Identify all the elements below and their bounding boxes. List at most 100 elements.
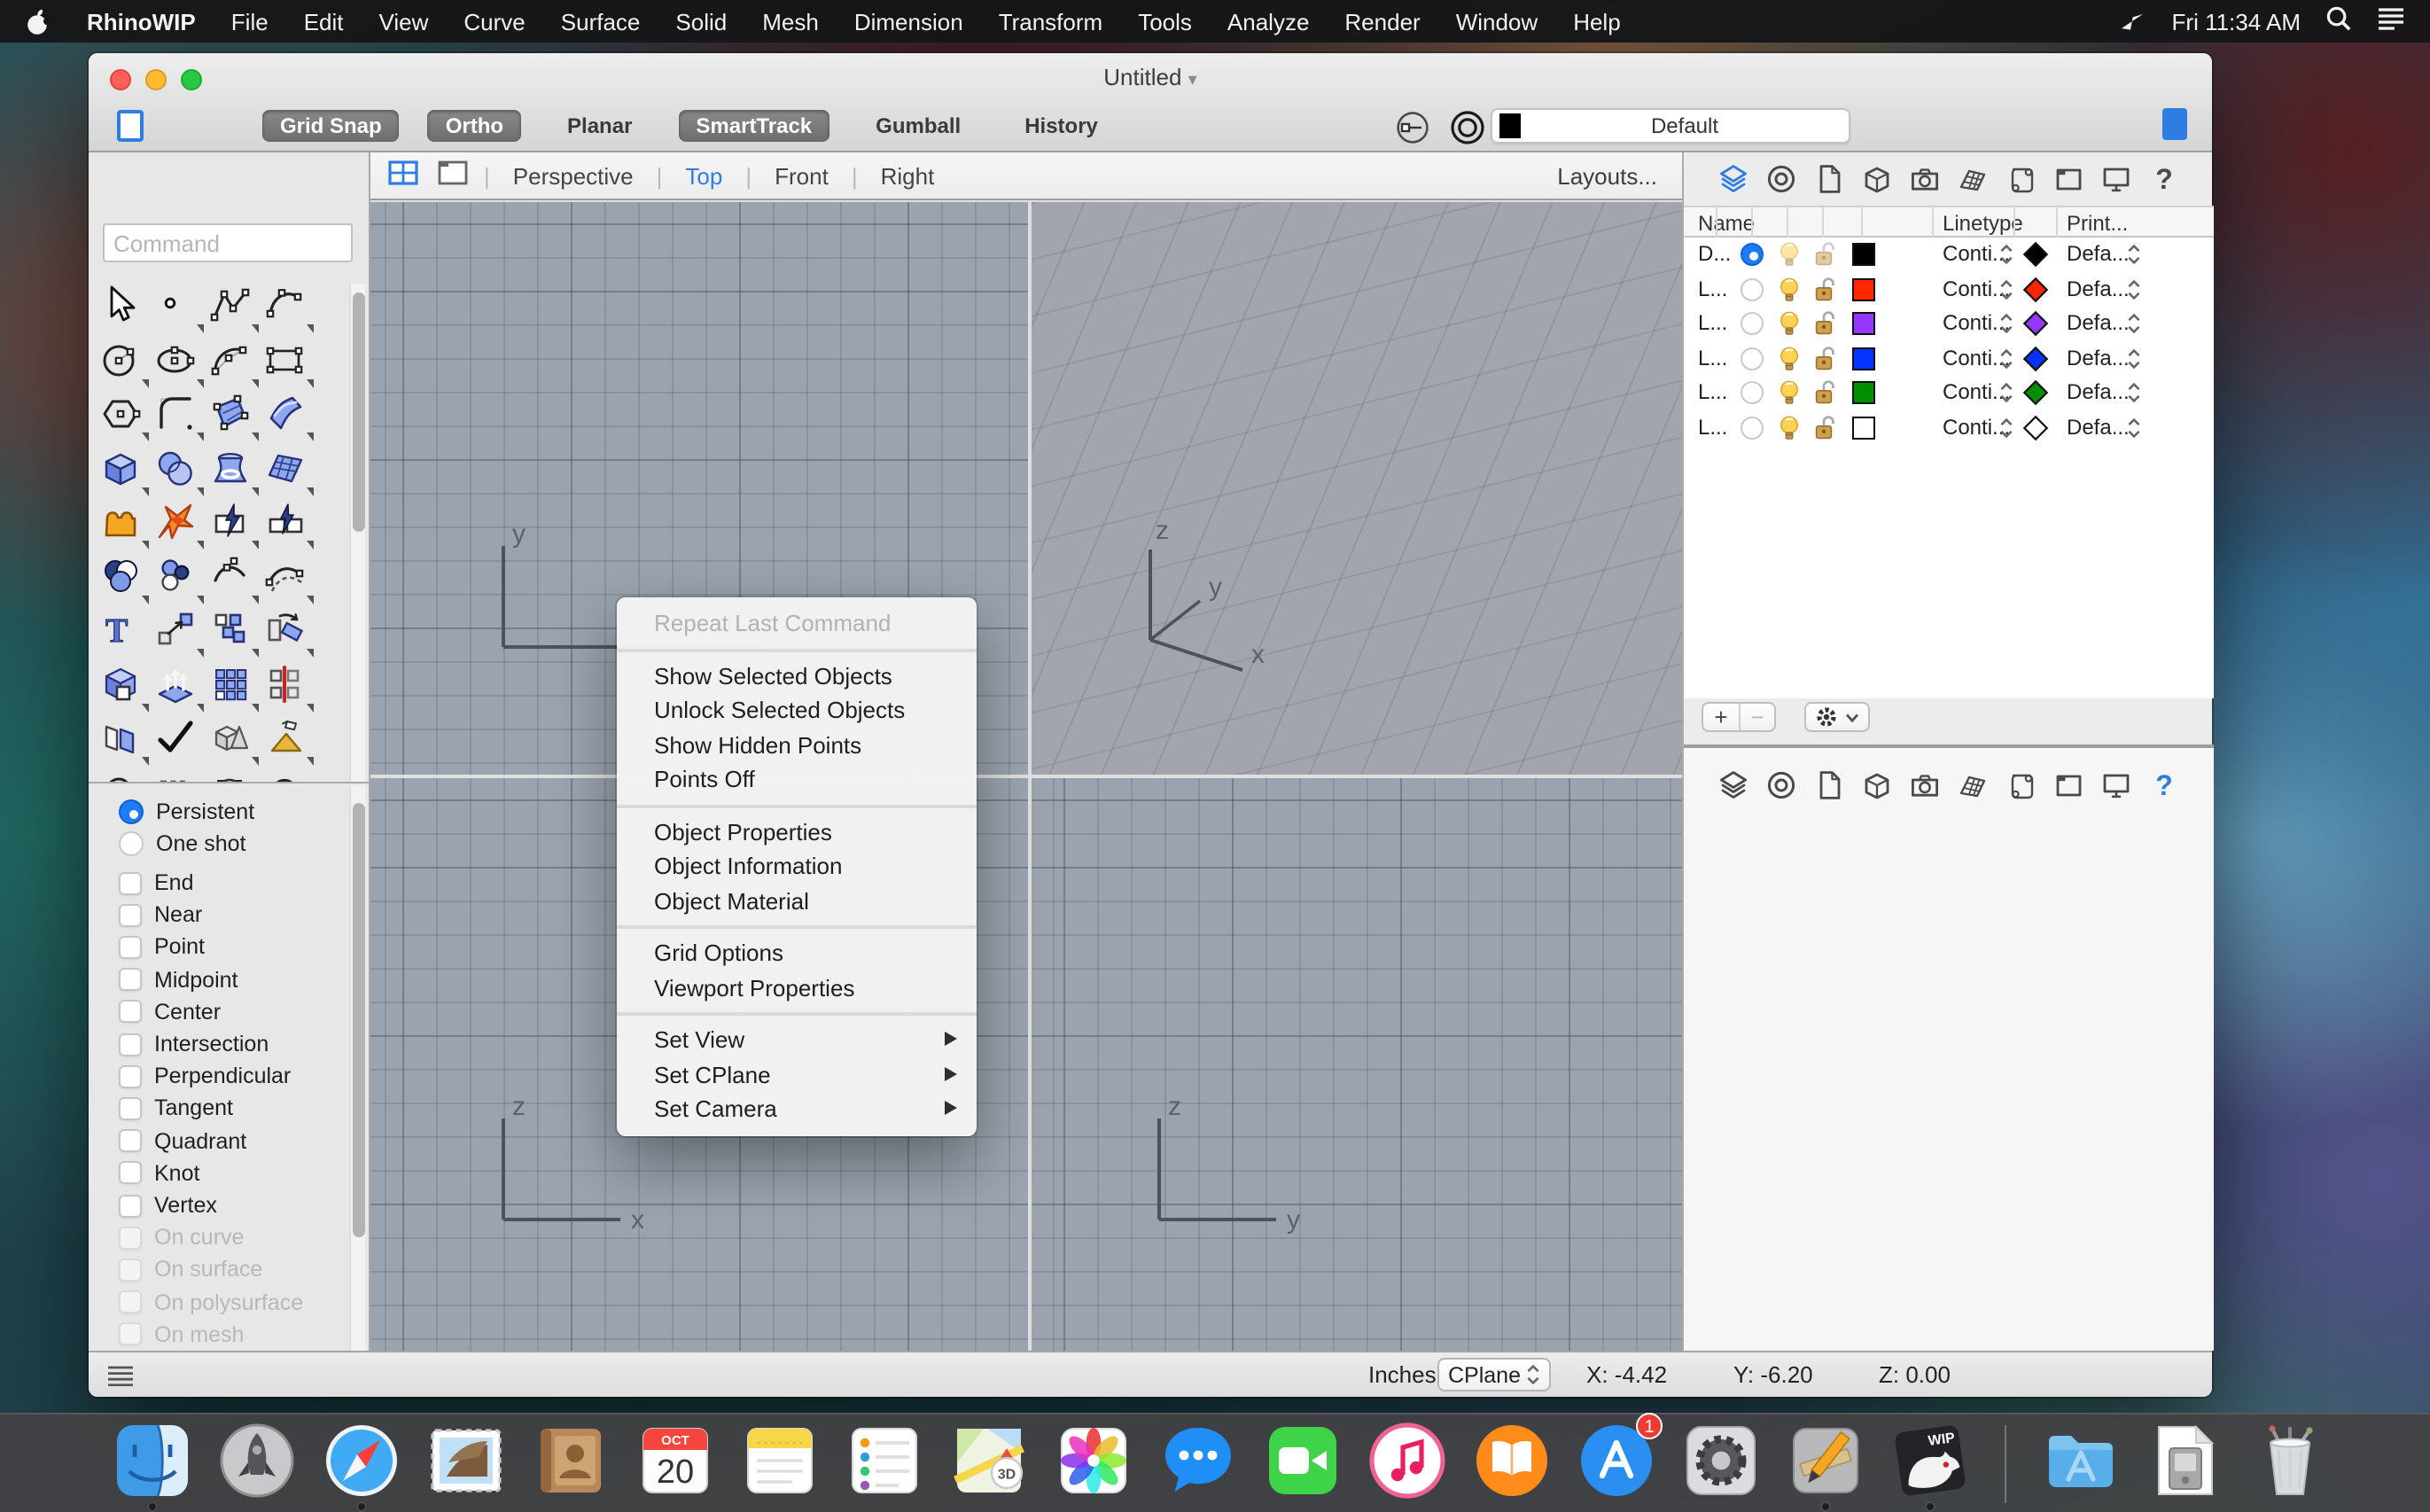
panel-tab-page-icon[interactable] bbox=[1811, 768, 1847, 803]
radio-unselected[interactable] bbox=[119, 831, 144, 856]
context-item-object-properties[interactable]: Object Properties bbox=[617, 814, 977, 849]
tool-curve-handle-button[interactable] bbox=[209, 554, 259, 604]
menu-solid[interactable]: Solid bbox=[658, 8, 744, 35]
tool-fillet-button[interactable] bbox=[154, 392, 204, 441]
context-item-object-information[interactable]: Object Information bbox=[617, 849, 977, 884]
checkbox-unchecked[interactable] bbox=[119, 1064, 142, 1088]
tool-circle-button[interactable] bbox=[99, 338, 149, 387]
print-color-diamond-icon[interactable] bbox=[2021, 343, 2051, 378]
layer-lock-icon[interactable] bbox=[1813, 310, 1838, 342]
layer-color-swatch[interactable] bbox=[1852, 347, 1875, 370]
menu-window[interactable]: Window bbox=[1438, 8, 1556, 35]
tool-rectangle-button[interactable] bbox=[264, 338, 314, 387]
osnap-point[interactable]: Point bbox=[119, 933, 205, 962]
layer-current-radio[interactable] bbox=[1741, 416, 1764, 439]
menu-help[interactable]: Help bbox=[1555, 8, 1639, 35]
layer-color-swatch[interactable] bbox=[1852, 416, 1875, 439]
tool-move-button[interactable] bbox=[154, 608, 204, 658]
tool-group-button[interactable] bbox=[99, 662, 149, 712]
checkbox-unchecked[interactable] bbox=[119, 1096, 142, 1120]
tool-explode-button[interactable] bbox=[154, 500, 204, 549]
layer-color-swatch[interactable] bbox=[1852, 277, 1875, 300]
tool-check-button[interactable] bbox=[154, 716, 204, 766]
layer-color-swatch[interactable] bbox=[1852, 312, 1875, 335]
panel-tab-properties-icon[interactable] bbox=[1764, 161, 1799, 197]
single-viewport-icon[interactable] bbox=[418, 160, 468, 191]
menu-view[interactable]: View bbox=[362, 8, 447, 35]
print-color-diamond-icon[interactable] bbox=[2021, 274, 2051, 309]
window-title-text[interactable]: Untitled bbox=[1103, 64, 1181, 90]
layer-current-radio[interactable] bbox=[1741, 347, 1764, 370]
toggle-gumball[interactable]: Gumball bbox=[858, 110, 978, 142]
dock-itunes-icon[interactable] bbox=[1367, 1420, 1448, 1508]
checkbox-unchecked[interactable] bbox=[119, 1129, 142, 1153]
tool-rotate-button[interactable] bbox=[264, 608, 314, 658]
layer-print-width[interactable]: Defa... bbox=[2067, 414, 2130, 439]
layer-visibility-bulb-icon[interactable] bbox=[1778, 310, 1801, 342]
dock-calendar-icon[interactable]: OCT 20 bbox=[635, 1420, 716, 1508]
layer-current-radio[interactable] bbox=[1741, 381, 1764, 404]
linetype-stepper-icon[interactable] bbox=[1999, 312, 2013, 340]
menu-clock[interactable]: Fri 11:34 AM bbox=[2172, 8, 2301, 35]
layer-lock-icon[interactable] bbox=[1813, 345, 1838, 377]
tool-surface-3pt-button[interactable] bbox=[209, 392, 259, 441]
tool-shaded-view-button[interactable] bbox=[209, 770, 259, 782]
panel-tab-properties-icon[interactable] bbox=[1764, 768, 1799, 803]
layouts-button[interactable]: Layouts... bbox=[1557, 162, 1682, 189]
layer-row[interactable]: L... Conti... Defa... bbox=[1684, 307, 2214, 341]
notification-center-icon[interactable] bbox=[2377, 7, 2405, 35]
tool-surface-grid-button[interactable] bbox=[264, 446, 314, 495]
layer-settings-button[interactable] bbox=[1804, 702, 1870, 732]
menu-dimension[interactable]: Dimension bbox=[837, 8, 981, 35]
menu-edit[interactable]: Edit bbox=[286, 8, 362, 35]
linetype-stepper-icon[interactable] bbox=[1999, 347, 2013, 375]
col-header-print[interactable]: Print... bbox=[2067, 211, 2128, 236]
four-viewports-icon[interactable] bbox=[370, 160, 418, 191]
tool-surface-from-curves-button[interactable] bbox=[264, 392, 314, 441]
context-item-grid-options[interactable]: Grid Options bbox=[617, 936, 977, 970]
layer-lock-icon[interactable] bbox=[1813, 414, 1838, 446]
linetype-stepper-icon[interactable] bbox=[1999, 381, 2013, 409]
app-menu-rhinowip[interactable]: RhinoWIP bbox=[69, 8, 214, 35]
panel-tab-layers-icon[interactable] bbox=[1716, 161, 1751, 197]
tool-revolve-button[interactable] bbox=[209, 446, 259, 495]
location-arrow-icon[interactable] bbox=[2119, 4, 2147, 38]
dock-xcode-tools-icon[interactable] bbox=[1785, 1420, 1866, 1510]
apple-menu-icon[interactable] bbox=[25, 6, 51, 36]
layer-visibility-bulb-icon[interactable] bbox=[1778, 241, 1801, 273]
layer-name[interactable]: L... bbox=[1698, 345, 1727, 370]
layer-print-width[interactable]: Defa... bbox=[2067, 310, 2130, 335]
print-color-diamond-icon[interactable] bbox=[2021, 378, 2051, 413]
layer-lock-icon[interactable] bbox=[1813, 379, 1838, 411]
col-header-linetype[interactable]: Linetype bbox=[1943, 211, 2023, 236]
checkbox-unchecked[interactable] bbox=[119, 1000, 142, 1024]
osnap-disable-icon[interactable] bbox=[1393, 108, 1432, 156]
dock-mail-icon[interactable] bbox=[425, 1420, 507, 1508]
osnap-vertex[interactable]: Vertex bbox=[119, 1191, 217, 1220]
osnap-tangent[interactable]: Tangent bbox=[119, 1095, 233, 1123]
print-stepper-icon[interactable] bbox=[2127, 347, 2141, 375]
menu-mesh[interactable]: Mesh bbox=[744, 8, 837, 35]
osnap-intersection[interactable]: Intersection bbox=[119, 1030, 269, 1058]
checkbox-unchecked[interactable] bbox=[119, 968, 142, 992]
osnap-near[interactable]: Near bbox=[119, 900, 202, 929]
layer-visibility-bulb-icon[interactable] bbox=[1778, 414, 1801, 446]
layer-name[interactable]: L... bbox=[1698, 276, 1727, 300]
tool-boolean-union-button[interactable] bbox=[99, 554, 149, 604]
dock-launchpad-icon[interactable] bbox=[216, 1420, 298, 1508]
dock-disk-image-icon[interactable] bbox=[2145, 1420, 2226, 1508]
dock-facetime-icon[interactable] bbox=[1262, 1420, 1344, 1508]
tool-point-cloud-button[interactable] bbox=[154, 554, 204, 604]
layer-lock-icon[interactable] bbox=[1813, 276, 1838, 308]
layer-visibility-bulb-icon[interactable] bbox=[1778, 345, 1801, 377]
osnap-mode-one-shot[interactable]: One shot bbox=[119, 830, 245, 858]
panel-tab-monitor-icon[interactable] bbox=[2099, 161, 2134, 197]
print-stepper-icon[interactable] bbox=[2127, 243, 2141, 271]
osnap-perpendicular[interactable]: Perpendicular bbox=[119, 1062, 291, 1090]
dock-trash-icon[interactable] bbox=[2249, 1420, 2331, 1508]
checkbox-unchecked[interactable] bbox=[119, 935, 142, 959]
cplane-select[interactable]: CPlane bbox=[1437, 1358, 1551, 1391]
toggle-history[interactable]: History bbox=[1007, 110, 1116, 142]
context-item-points-off[interactable]: Points Off bbox=[617, 762, 977, 797]
tool-select-button[interactable] bbox=[99, 284, 149, 333]
